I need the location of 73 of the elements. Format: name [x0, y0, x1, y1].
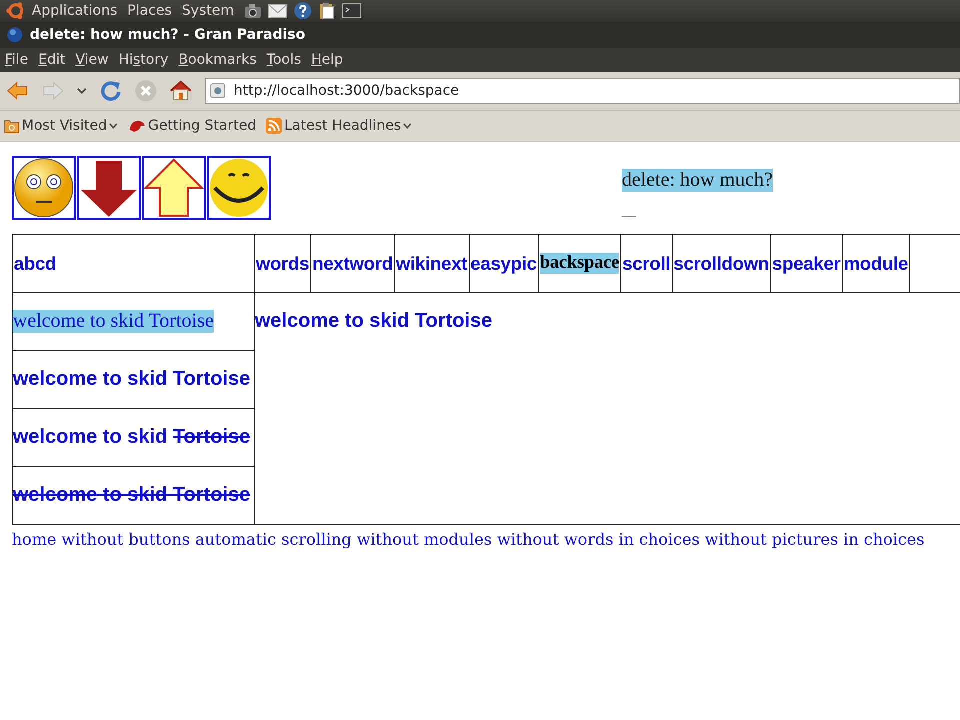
bookmark-item[interactable]: Getting Started — [128, 118, 256, 134]
menu-item[interactable]: Edit — [38, 52, 66, 68]
picture-button[interactable] — [207, 156, 271, 220]
bookmark-item[interactable]: Latest Headlines — [266, 118, 412, 134]
column-label[interactable]: nextword — [312, 252, 394, 274]
column-header-cell[interactable]: abcd — [13, 235, 255, 292]
footer-link[interactable]: automatic scrolling — [195, 530, 352, 549]
prompt-text: delete: how much? — [622, 169, 774, 192]
feed-icon — [266, 118, 282, 134]
footer-link[interactable]: without modules — [356, 530, 492, 549]
menu-item[interactable]: File — [5, 52, 28, 68]
page-icon — [210, 83, 226, 99]
menu-item[interactable]: View — [76, 52, 109, 68]
bird-icon — [128, 118, 146, 134]
choice-text[interactable]: welcome to skid Tortoise — [13, 368, 250, 391]
column-label[interactable]: backspace — [540, 253, 620, 274]
panel-menu[interactable]: System — [182, 3, 234, 19]
choice-text[interactable]: welcome to skid Tortoise — [13, 310, 214, 333]
column-label[interactable]: easypic — [470, 252, 538, 274]
column-label[interactable]: wikinext — [396, 252, 468, 274]
globe-icon — [7, 27, 23, 43]
footer-link[interactable]: home — [12, 530, 57, 549]
column-label[interactable]: words — [256, 252, 310, 274]
folder-icon — [4, 118, 20, 134]
picture-button[interactable] — [142, 156, 206, 220]
column-header-cell[interactable]: nextword — [311, 235, 396, 292]
reload-icon[interactable] — [100, 80, 122, 102]
picture-button[interactable] — [77, 156, 141, 220]
clipboard-icon[interactable] — [318, 2, 336, 20]
column-header-cell[interactable]: speaker — [771, 235, 843, 292]
caret-icon — [109, 123, 118, 129]
footer-link[interactable]: without words in choices — [497, 530, 700, 549]
choice-text[interactable]: welcome to skid Tortoise — [13, 426, 250, 449]
menu-item[interactable]: Tools — [266, 52, 302, 68]
column-header-cell[interactable]: wikinext — [395, 235, 470, 292]
column-header-cell[interactable]: scroll — [621, 235, 673, 292]
menu-item[interactable]: History — [118, 52, 169, 68]
column-header-cell[interactable]: backspace — [539, 235, 622, 292]
blank-line: __ — [622, 204, 636, 220]
choice-text[interactable]: welcome to skid Tortoise — [13, 484, 250, 507]
preview-text: welcome to skid Tortoise — [255, 310, 492, 332]
envelope-icon[interactable] — [268, 2, 288, 20]
url-field[interactable]: http://localhost:3000/backspace — [205, 78, 960, 104]
column-header-cell[interactable]: words — [255, 235, 312, 292]
menu-item[interactable]: Bookmarks — [178, 52, 257, 68]
column-header-cell[interactable]: easypic — [470, 235, 540, 292]
column-label[interactable]: speaker — [772, 252, 841, 274]
panel-menu[interactable]: Applications — [32, 3, 118, 19]
panel-menu[interactable]: Places — [128, 3, 172, 19]
ubuntu-logo-icon[interactable] — [6, 1, 26, 21]
window-title: delete: how much? - Gran Paradiso — [30, 27, 306, 43]
dropdown-caret-icon[interactable] — [77, 87, 87, 95]
terminal-icon[interactable] — [342, 3, 362, 19]
choice-cell[interactable]: welcome to skid Tortoise — [13, 351, 254, 409]
camera-icon[interactable] — [244, 3, 262, 19]
column-label[interactable]: module — [844, 252, 908, 274]
back-arrow-icon[interactable] — [7, 81, 29, 101]
caret-icon — [403, 123, 412, 129]
menu-item[interactable]: Help — [311, 52, 344, 68]
choice-cell[interactable]: welcome to skid Tortoise — [13, 409, 254, 467]
footer-link[interactable]: without buttons — [62, 530, 190, 549]
help-icon[interactable] — [294, 2, 312, 20]
column-label[interactable]: scrolldown — [674, 252, 770, 274]
picture-button[interactable] — [12, 156, 76, 220]
home-icon[interactable] — [170, 81, 192, 101]
bookmark-item[interactable]: Most Visited — [4, 118, 118, 134]
column-label[interactable]: scroll — [622, 252, 671, 274]
choice-cell[interactable]: welcome to skid Tortoise — [13, 467, 254, 524]
choice-cell[interactable]: welcome to skid Tortoise — [13, 293, 254, 351]
column-header-cell[interactable]: scrolldown — [672, 235, 772, 292]
footer-link[interactable]: without pictures in choices — [705, 530, 925, 549]
column-label[interactable]: abcd — [14, 252, 56, 274]
column-header-cell[interactable]: module — [842, 235, 910, 292]
